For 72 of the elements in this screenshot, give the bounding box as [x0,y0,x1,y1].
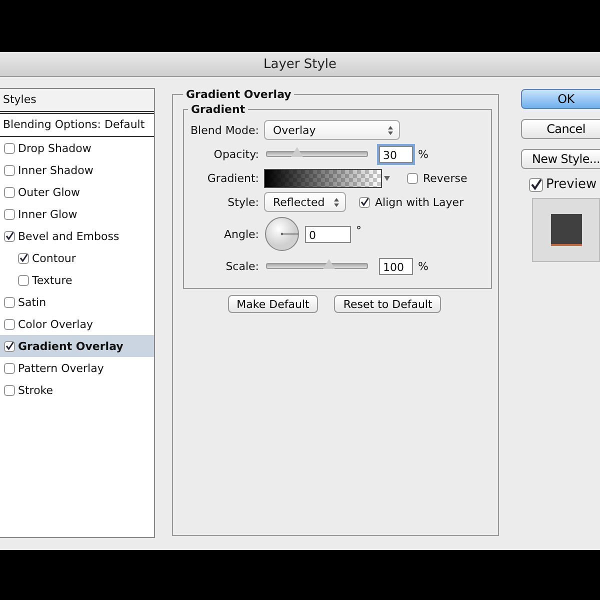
styles-header: Styles [0,89,154,114]
checkbox[interactable] [4,186,15,198]
new-style-button[interactable]: New Style... [521,149,600,169]
field-label: Gradient: [206,172,259,184]
checkbox[interactable] [4,384,15,396]
checkbox[interactable] [4,296,15,308]
panel-button[interactable]: Reset to Default [334,295,442,313]
scale-field[interactable]: 100 [379,258,413,274]
style-dropdown[interactable]: Reflected [264,192,346,212]
dropdown-arrow-icon[interactable] [384,176,390,180]
style-label: Inner Glow [18,208,78,220]
preview-square-icon [550,214,582,246]
field-label: Opacity: [212,148,259,160]
panel-button[interactable]: Make Default [228,295,318,313]
preview-checkbox[interactable] [529,178,543,192]
ok-button[interactable]: OK [521,89,600,109]
checkbox[interactable] [4,230,15,242]
blend-mode-dropdown[interactable]: Overlay [264,120,400,140]
field-label: Scale: [224,260,259,272]
checkbox[interactable] [4,208,15,220]
style-list-item[interactable]: Bevel and Emboss [0,225,154,247]
field-label: Angle: [222,228,259,240]
style-list-item[interactable]: Satin [0,291,154,313]
checkbox-label: Align with Layer [375,196,464,208]
checkbox[interactable] [4,142,15,154]
unit-label: % [418,260,428,272]
style-label: Outer Glow [18,186,80,198]
style-label: Texture [32,274,72,286]
stepper-arrows-icon [388,126,393,134]
checkbox[interactable] [4,340,15,352]
checkbox[interactable] [18,274,29,286]
stepper-arrows-icon [334,198,339,206]
checkbox[interactable] [4,164,15,176]
style-list-item[interactable]: Inner Glow [0,203,154,225]
angle-dial[interactable] [264,216,300,252]
checkbox-label: Reverse [423,172,468,184]
style-label: Gradient Overlay [18,340,124,352]
group-title: Gradient [190,103,246,116]
angle-field[interactable]: 0 [305,226,351,242]
style-label: Bevel and Emboss [18,230,120,242]
style-label: Stroke [18,384,54,396]
field-label: Style: [226,196,259,208]
style-list-item[interactable]: Stroke [0,379,154,401]
style-list-item[interactable]: Color Overlay [0,313,154,335]
style-list-item[interactable]: Contour [0,247,154,269]
style-label: Drop Shadow [18,142,92,154]
window-title: Layer Style [263,56,337,72]
style-label: Inner Shadow [18,164,94,176]
checkbox[interactable] [4,362,15,374]
style-list-item[interactable]: Drop Shadow [0,137,154,159]
style-list-item[interactable]: Inner Shadow [0,159,154,181]
style-list-item[interactable]: Texture [0,269,154,291]
checkbox[interactable] [4,318,15,330]
reverse-checkbox[interactable] [407,172,418,184]
section-title: Gradient Overlay [185,88,292,101]
style-list-item[interactable]: Gradient Overlay [0,335,154,357]
opacity-field[interactable]: 30 [379,146,413,162]
unit-label: % [418,148,428,160]
cancel-button[interactable]: Cancel [521,119,600,139]
style-label: Contour [32,252,76,264]
unit-label: ° [356,224,362,237]
field-label: Blend Mode: [190,124,259,136]
checkbox[interactable] [18,252,29,264]
style-label: Satin [18,296,46,308]
style-label: Pattern Overlay [18,362,104,374]
checkbox-label: Preview [546,177,597,192]
style-list-item[interactable]: Outer Glow [0,181,154,203]
gradient-swatch[interactable] [264,168,382,188]
style-label: Color Overlay [18,318,93,330]
style-list-item[interactable]: Blending Options: Default [0,114,154,137]
align-checkbox[interactable] [359,196,370,208]
style-list-item[interactable]: Pattern Overlay [0,357,154,379]
